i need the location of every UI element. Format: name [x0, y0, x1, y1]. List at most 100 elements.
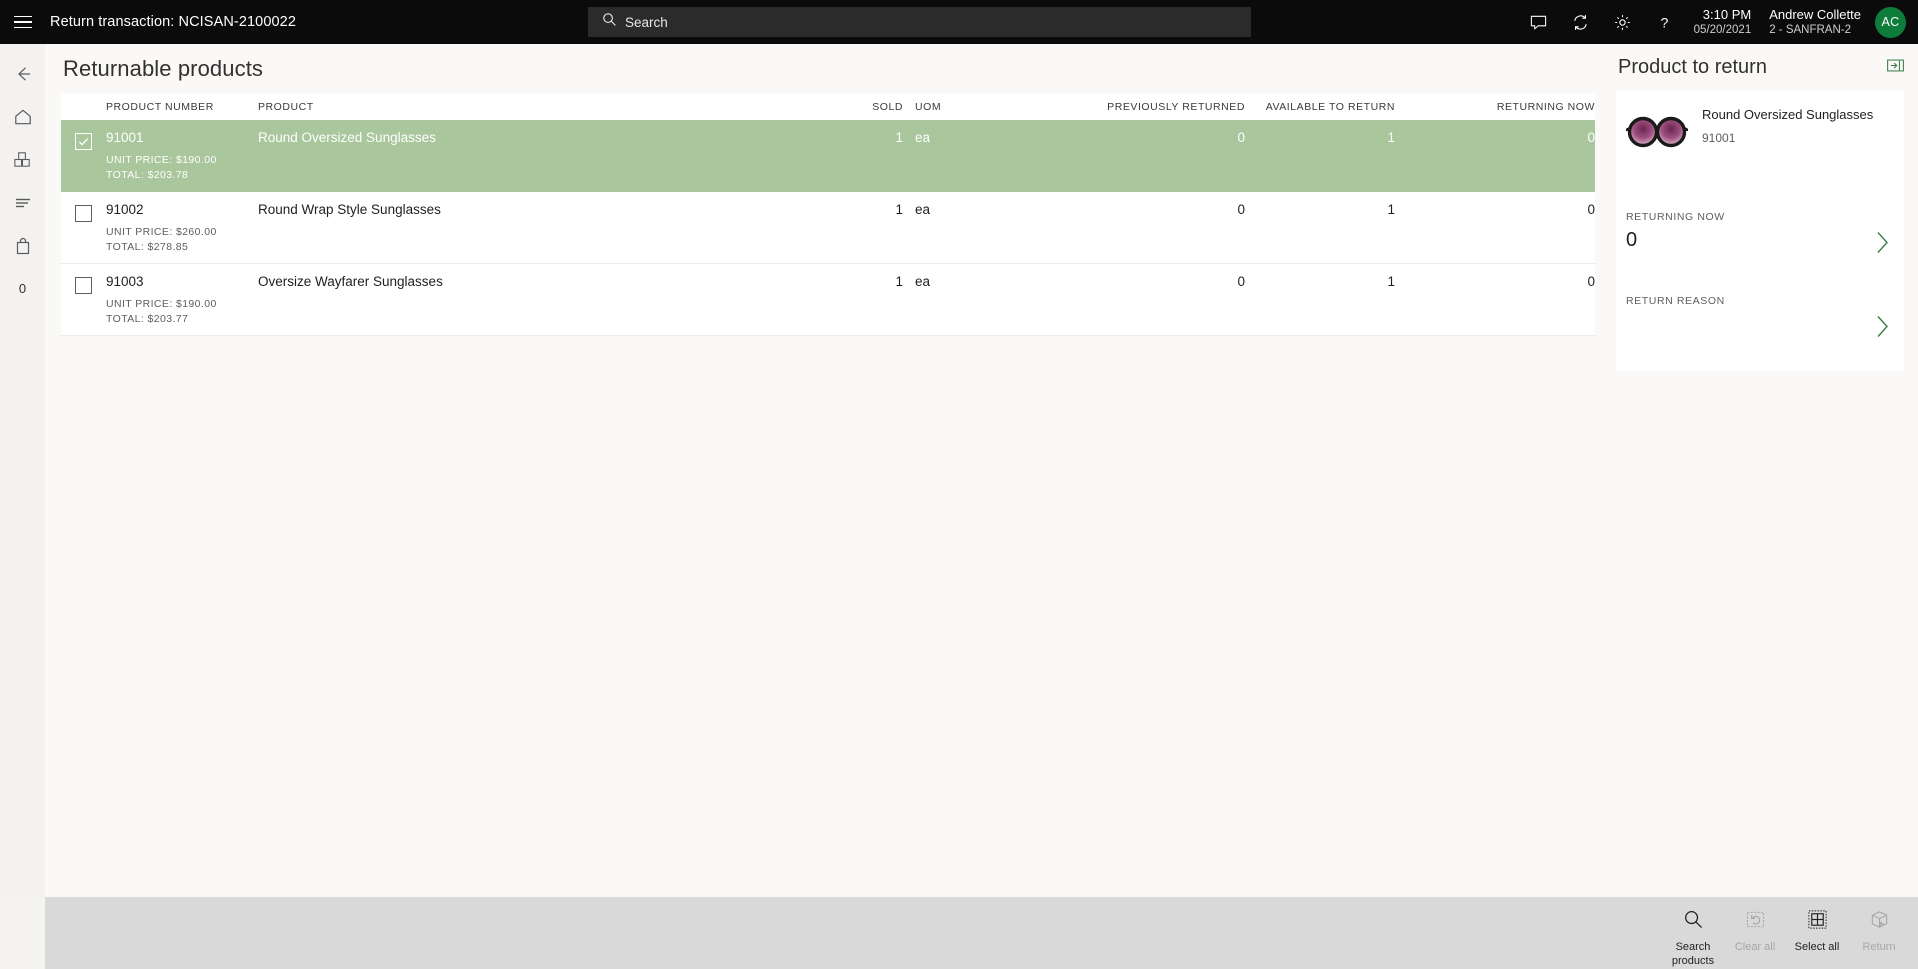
returning-now-field[interactable]: RETURNING NOW 0 [1616, 203, 1904, 287]
sync-icon[interactable] [1560, 0, 1602, 44]
back-arrow-icon[interactable] [0, 52, 45, 95]
checkbox-checked-icon [75, 133, 92, 150]
return-button[interactable]: Return [1848, 904, 1910, 962]
user-name: Andrew Collette [1769, 6, 1861, 22]
top-header: Return transaction: NCISAN-2100022 Searc… [0, 0, 1918, 44]
page-header-title: Return transaction: NCISAN-2100022 [50, 14, 296, 30]
cart-count[interactable]: 0 [0, 267, 45, 310]
bottom-toolbar: Search products Clear all Select all Ret… [45, 897, 1918, 969]
sunglasses-thumbnail [1625, 109, 1689, 155]
cell-sold: 1 [895, 274, 903, 289]
panel-card: Round Oversized Sunglasses 91001 RETURNI… [1616, 91, 1904, 371]
home-icon[interactable] [0, 95, 45, 138]
row-checkbox[interactable] [61, 192, 106, 263]
app-root: Return transaction: NCISAN-2100022 Searc… [0, 0, 1918, 969]
row-checkbox[interactable] [61, 120, 106, 191]
panel-title: Product to return [1618, 56, 1767, 78]
search-icon [602, 12, 617, 32]
help-icon[interactable]: ? [1644, 0, 1686, 44]
shopping-bag-icon[interactable] [0, 224, 45, 267]
cell-product-name: Round Oversized Sunglasses [258, 130, 436, 145]
return-reason-field[interactable]: RETURN REASON [1616, 287, 1904, 371]
select-all-icon [1807, 909, 1828, 935]
cell-product-number: 91002 [106, 202, 144, 217]
cell-total: TOTAL: $203.77 [106, 313, 189, 326]
search-icon [1683, 909, 1704, 935]
svg-text:?: ? [1661, 15, 1669, 31]
return-reason-label: RETURN REASON [1626, 295, 1725, 307]
panel-product-number: 91001 [1702, 130, 1736, 145]
search-products-button[interactable]: Search products [1662, 904, 1724, 968]
cell-uom: ea [915, 130, 931, 145]
cell-sold: 1 [895, 130, 903, 145]
cell-returning-now: 0 [1587, 202, 1595, 217]
search-placeholder: Search [625, 14, 668, 30]
page-title: Returnable products [63, 56, 264, 81]
cell-unit-price: UNIT PRICE: $260.00 [106, 226, 217, 238]
chevron-right-icon[interactable] [1874, 314, 1892, 345]
search-input[interactable]: Search [588, 7, 1251, 37]
cell-previously-returned: 0 [1237, 202, 1245, 217]
clock: 3:10 PM 05/20/2021 [1694, 7, 1752, 38]
returnable-products-grid: PRODUCT NUMBER PRODUCT SOLD UOM PREVIOUS… [61, 94, 1595, 336]
grid-header-returning-now: RETURNING NOW [1496, 101, 1595, 113]
cell-uom: ea [915, 202, 931, 217]
main-content: Returnable products PRODUCT NUMBER PRODU… [45, 44, 1616, 897]
clear-all-button[interactable]: Clear all [1724, 904, 1786, 962]
grid-header-previously-returned: PREVIOUSLY RETURNED [1107, 101, 1245, 113]
grid-header-product-number: PRODUCT NUMBER [106, 101, 214, 113]
select-all-label: Select all [1794, 940, 1840, 953]
returning-now-label: RETURNING NOW [1626, 211, 1725, 223]
header-right-cluster: ? 3:10 PM 05/20/2021 Andrew Collette 2 -… [1518, 0, 1918, 44]
user-info[interactable]: Andrew Collette 2 - SANFRAN-2 [1769, 7, 1861, 38]
table-row[interactable]: 91002 UNIT PRICE: $260.00 TOTAL: $278.85… [61, 192, 1595, 264]
panel-header: Product to return [1616, 44, 1918, 91]
cell-previously-returned: 0 [1237, 130, 1245, 145]
avatar[interactable]: AC [1875, 6, 1906, 38]
cell-available-to-return: 1 [1387, 274, 1395, 289]
cell-total: TOTAL: $203.78 [106, 169, 189, 182]
hamburger-icon[interactable] [0, 0, 46, 44]
clear-all-icon [1745, 909, 1766, 935]
table-row[interactable]: 91001 UNIT PRICE: $190.00 TOTAL: $203.78… [61, 120, 1595, 192]
products-icon[interactable] [0, 138, 45, 181]
expand-panel-icon[interactable] [1887, 58, 1904, 78]
user-store: 2 - SANFRAN-2 [1769, 23, 1852, 36]
cell-uom: ea [915, 274, 931, 289]
cell-sold: 1 [895, 202, 903, 217]
feedback-icon[interactable] [1518, 0, 1560, 44]
select-all-button[interactable]: Select all [1786, 904, 1848, 962]
cell-returning-now: 0 [1587, 274, 1595, 289]
cell-available-to-return: 1 [1387, 202, 1395, 217]
cell-product-name: Oversize Wayfarer Sunglasses [258, 274, 443, 289]
settings-gear-icon[interactable] [1602, 0, 1644, 44]
checkbox-unchecked-icon [75, 277, 92, 294]
cell-product-number: 91003 [106, 274, 144, 289]
cell-product-name: Round Wrap Style Sunglasses [258, 202, 441, 217]
cell-unit-price: UNIT PRICE: $190.00 [106, 298, 217, 310]
cell-total: TOTAL: $278.85 [106, 241, 189, 254]
cell-returning-now: 0 [1587, 130, 1595, 145]
left-rail: 0 [0, 44, 45, 897]
table-row[interactable]: 91003 UNIT PRICE: $190.00 TOTAL: $203.77… [61, 264, 1595, 336]
journal-lines-icon[interactable] [0, 181, 45, 224]
return-label: Return [1862, 940, 1896, 953]
grid-header-available-to-return: AVAILABLE TO RETURN [1265, 101, 1395, 113]
panel-product-name: Round Oversized Sunglasses [1702, 107, 1874, 122]
cell-product-number: 91001 [106, 130, 144, 145]
grid-header-uom: UOM [915, 101, 942, 113]
grid-header-sold: SOLD [872, 101, 903, 113]
product-to-return-panel: Product to return Round Oversized Sungla… [1616, 44, 1918, 897]
grid-header-product: PRODUCT [258, 101, 314, 113]
cell-unit-price: UNIT PRICE: $190.00 [106, 154, 217, 166]
return-box-icon [1869, 909, 1890, 935]
cell-previously-returned: 0 [1237, 274, 1245, 289]
checkbox-unchecked-icon [75, 205, 92, 222]
returning-now-value: 0 [1626, 229, 1638, 251]
grid-header-row: PRODUCT NUMBER PRODUCT SOLD UOM PREVIOUS… [61, 94, 1595, 120]
clear-all-label: Clear all [1734, 940, 1776, 953]
chevron-right-icon[interactable] [1874, 230, 1892, 261]
row-checkbox[interactable] [61, 264, 106, 335]
search-products-label: Search products [1671, 940, 1715, 967]
cell-available-to-return: 1 [1387, 130, 1395, 145]
